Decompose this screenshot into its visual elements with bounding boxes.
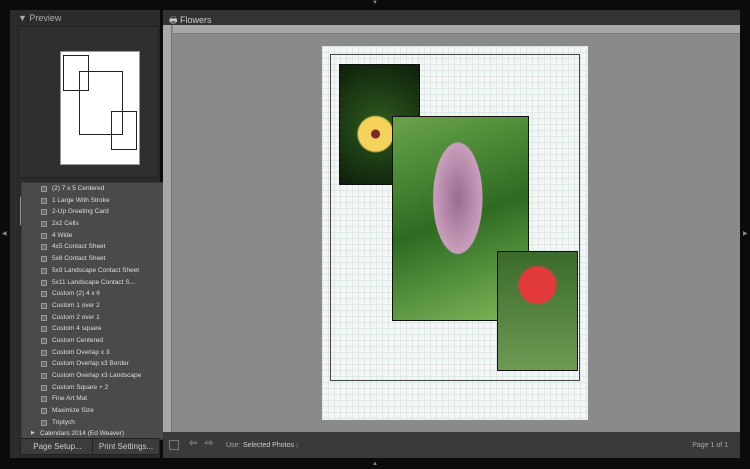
template-label: 4x5 Contact Sheet [52,243,106,251]
printer-icon: 🖶 [169,15,180,25]
collapse-triangle-icon: ▼ [18,13,30,23]
template-item[interactable]: 5x11 Landscape Contact S... [22,277,166,289]
template-item[interactable]: Triptych [22,417,166,429]
template-item[interactable]: 4x5 Contact Sheet [22,241,166,253]
template-label: Custom (2) 4 x 6 [52,290,101,298]
template-icon [41,337,47,344]
template-item[interactable]: 4 Wide [22,230,166,242]
template-icon [41,408,47,415]
preview-header[interactable]: ▼ Preview [10,10,160,26]
use-select[interactable]: Selected Photos [243,442,294,449]
template-icon [41,186,47,192]
template-icon [41,302,47,309]
bottom-panel-toggle-icon[interactable]: ▲ [372,461,378,467]
template-label: Custom Centered [52,336,103,344]
template-icon [41,221,47,228]
template-label: 5x11 Landscape Contact S... [52,278,135,286]
template-label: Custom 2 over 1 [52,313,100,321]
template-icon [41,209,47,216]
print-canvas: 🖶 Flowers [163,10,740,432]
template-label: Custom Overlap x3 Landscape [52,372,142,379]
template-icon [41,244,47,251]
preview-pane [18,26,159,178]
template-item[interactable]: Custom 1 over 2 [22,300,166,312]
bottom-toolbar: ⇦ ⇨ Use: Selected Photos ⁝ Page 1 of 1 [163,432,740,458]
page-indicator: Page 1 of 1 [692,442,728,449]
right-panel-toggle-icon[interactable]: ▶ [743,230,748,237]
print-settings-button[interactable]: Print Settings... [92,438,160,455]
select-chevron-icon: ⁝ [296,443,299,450]
print-page [322,46,588,420]
template-label: 2x2 Cells [52,220,79,228]
left-panel: ▼ Preview (2) 7 x 5 Centered 1 Large With… [10,10,167,458]
template-label: 2-Up Greeting Card [52,208,109,216]
template-list: (2) 7 x 5 Centered 1 Large With Stroke 2-U… [21,182,167,440]
template-item[interactable]: Custom 2 over 1 [22,312,166,324]
template-label: Custom 4 square [52,325,102,333]
template-icon [41,384,47,391]
template-item[interactable]: (2) 7 x 5 Centered [22,183,166,195]
template-item[interactable]: 5x8 Contact Sheet [22,253,166,265]
template-item[interactable]: Maximize Size [22,405,166,417]
template-label: 5x9 Landscape Contact Sheet [52,266,140,274]
template-item[interactable]: 5x9 Landscape Contact Sheet [22,265,166,277]
template-label: (2) 7 x 5 Centered [52,185,105,192]
template-icon [41,326,47,333]
template-icon [41,396,47,403]
template-icon [41,291,47,298]
left-ruler [163,25,172,432]
template-label: Custom 1 over 2 [52,301,100,309]
template-label: 5x8 Contact Sheet [52,255,106,263]
template-label: 4 Wide [52,231,73,239]
template-item[interactable]: 2x2 Cells [22,218,166,230]
template-icon [41,314,47,321]
toolbar-checkbox[interactable] [169,440,179,450]
template-item[interactable]: Custom Overlap x 3 [22,347,166,359]
template-item[interactable]: 2-Up Greeting Card [22,206,166,218]
template-label: Custom Overlap x 3 [52,348,110,356]
previous-arrow-icon[interactable]: ⇦ [189,438,197,449]
left-panel-toggle-icon[interactable]: ◀ [2,230,7,237]
template-item[interactable]: Custom Square + 2 [22,382,166,394]
next-arrow-icon[interactable]: ⇨ [205,438,213,449]
template-item[interactable]: Custom (2) 4 x 6 [22,288,166,300]
preview-title: Preview [29,13,62,23]
template-item[interactable]: Custom Overlap x3 Landscape [22,370,166,382]
page-setup-button[interactable]: Page Setup... [20,438,95,455]
template-item[interactable]: Custom Centered [22,335,166,347]
template-icon [41,256,47,263]
template-icon [41,349,47,356]
template-icon [41,361,47,368]
collection-title: Flowers [180,15,212,25]
template-item[interactable]: 1 Large With Stroke [22,195,166,207]
template-label: Maximize Size [52,407,94,415]
photo-fuchsia[interactable] [497,251,578,371]
template-icon [41,279,47,286]
layout-thumbnail [60,51,140,165]
top-panel-toggle-icon[interactable]: ▼ [372,0,378,6]
template-item[interactable]: Custom Overlap x3 Border [22,358,166,370]
template-icon [41,373,47,379]
template-icon [41,419,47,426]
canvas-header: 🖶 Flowers [163,10,740,25]
use-label: Use: [226,442,241,449]
top-ruler [173,25,740,34]
template-icon [41,197,47,204]
template-label: Custom Square + 2 [52,383,109,391]
template-icon [41,267,47,274]
template-label: Fine Art Mat [52,395,88,403]
template-label: 1 Large With Stroke [52,196,110,204]
template-icon [41,232,47,239]
template-label: Triptych [52,418,75,426]
template-label: Custom Overlap x3 Border [52,360,129,368]
template-item[interactable]: Fine Art Mat [22,393,166,405]
template-item[interactable]: Custom 4 square [22,323,166,335]
